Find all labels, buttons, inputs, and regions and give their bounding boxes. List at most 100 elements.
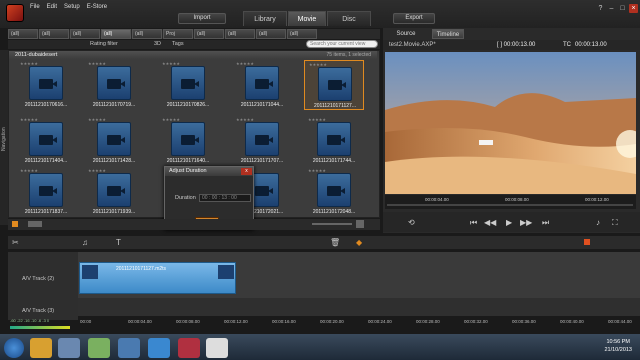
media-thumbnail[interactable]: ★★★★★ 20111210170826... (158, 60, 218, 110)
media-thumbnail[interactable]: ★★★★★ 20111210171837... (16, 167, 76, 217)
media-thumbnail[interactable]: ★★★★★ 20111210170616... (16, 60, 76, 110)
tab-source[interactable]: Source (392, 29, 420, 39)
ruler-tick: 00:00:08.00 (505, 197, 529, 202)
menu-estore[interactable]: E-Store (87, 4, 107, 10)
media-thumbnail[interactable]: ★★★★★ 20111210171428... (84, 116, 144, 166)
media-thumbnail[interactable]: ★★★★★ 20111210171640... (158, 116, 218, 166)
minimize-button[interactable]: – (607, 4, 616, 13)
system-clock: 10:56 PM 21/10/2013 (604, 338, 632, 354)
library-tab[interactable]: (all) (132, 29, 162, 39)
thumbnail-label: 20111210170719... (92, 102, 136, 108)
media-icon[interactable] (58, 338, 80, 358)
export-button[interactable]: Export (393, 13, 435, 24)
import-button[interactable]: Import (178, 13, 226, 24)
media-thumbnail[interactable]: ★★★★★ 20111210170719... (84, 60, 144, 110)
library-tab[interactable]: (all) (39, 29, 69, 39)
rating-filter-label[interactable]: Rating filter (90, 41, 118, 47)
track-name[interactable]: A/V Track (3) (22, 308, 54, 314)
tab-movie[interactable]: Movie (288, 11, 326, 26)
volume-icon[interactable]: ♪ (596, 218, 600, 227)
video-preview[interactable] (385, 52, 636, 194)
menu-setup[interactable]: Setup (64, 4, 80, 10)
view-toggle-icon[interactable] (12, 221, 18, 227)
loop-icon[interactable]: ⟲ (408, 218, 415, 227)
delete-icon[interactable]: 🗑 (330, 238, 340, 247)
grid-view-icon[interactable] (28, 221, 42, 227)
library-tab[interactable]: (all) (8, 29, 38, 39)
timeline-track[interactable] (78, 298, 640, 316)
start-button[interactable] (4, 338, 24, 358)
dialog-close-button[interactable]: x (241, 168, 252, 175)
zoom-slider[interactable] (312, 223, 352, 225)
timeline-tick: 00:00:44.00 (608, 319, 632, 324)
thumbnail-label: 20111210171707... (240, 158, 284, 164)
tags-filter[interactable]: Tags (172, 41, 184, 47)
timeline-clip[interactable]: 20111210171127.m2ts (79, 262, 236, 294)
tab-disc[interactable]: Disc (327, 11, 371, 26)
ie-icon[interactable] (148, 338, 170, 358)
menu-file[interactable]: File (30, 4, 40, 10)
library-tab[interactable]: (all) (256, 29, 286, 39)
timeline-ruler[interactable] (78, 316, 640, 328)
media-thumbnail[interactable]: ★★★★★ 20111210171744... (304, 116, 364, 166)
media-thumbnail[interactable]: ★★★★★ 20111210171044... (232, 60, 292, 110)
timeline-tick: 00:00:36.00 (512, 319, 536, 324)
thumbnail-label: 20111210171428... (92, 158, 136, 164)
skip-start-icon[interactable]: ⏮ (470, 218, 477, 228)
track-name[interactable]: A/V Track (2) (22, 276, 54, 282)
tab-library[interactable]: Library (243, 11, 287, 26)
app-icon[interactable] (88, 338, 110, 358)
library-tab[interactable]: (all) (70, 29, 100, 39)
library-tab[interactable]: (all) (287, 29, 317, 39)
menu-edit[interactable]: Edit (47, 4, 57, 10)
timeline-tick: 00:00:28.00 (416, 319, 440, 324)
library-tab[interactable]: Proj (163, 29, 193, 39)
video-thumbnail-icon (29, 66, 63, 100)
search-input[interactable]: Search your current view (306, 40, 378, 48)
title-icon[interactable]: T (116, 238, 121, 247)
record-icon[interactable] (584, 239, 590, 245)
library-tab[interactable]: (all) (225, 29, 255, 39)
video-thumbnail-icon (318, 67, 352, 101)
clip-thumbnail (82, 265, 98, 279)
help-icon[interactable]: ? (596, 4, 605, 13)
media-thumbnail[interactable]: ★★★★★ 20111210171939... (84, 167, 144, 217)
timeline-tick: 00:00:32.00 (464, 319, 488, 324)
tab-timeline[interactable]: Timeline (432, 29, 464, 39)
media-thumbnail[interactable]: ★★★★★ 20111210172048... (304, 167, 364, 217)
3d-filter[interactable]: 3D (154, 41, 161, 47)
marker-icon[interactable]: ◆ (356, 238, 362, 247)
media-thumbnail[interactable]: ★★★★★ 20111210171707... (232, 116, 292, 166)
media-thumbnail[interactable]: ★★★★★ 20111210171404... (16, 116, 76, 166)
video-thumbnail-icon (171, 122, 205, 156)
library-toolbar (8, 219, 380, 230)
skip-end-icon[interactable]: ⏭ (542, 218, 549, 228)
zoom-in-icon[interactable] (356, 220, 364, 228)
fullscreen-icon[interactable]: ⛶ (612, 218, 618, 228)
scrub-bar[interactable] (387, 204, 633, 206)
duration-input[interactable]: 00 : 00 : 13 : 00 (199, 194, 251, 202)
timecode-display: [ ] 00:00:13.00 (497, 42, 536, 48)
preview-ruler[interactable]: 00:00:04.00 00:00:08.00 00:00:12.00 (385, 195, 636, 209)
library-tab[interactable]: (all) (101, 29, 131, 39)
close-button[interactable]: × (629, 4, 638, 13)
library-tabs: (all) (all) (all) (all) (all) Proj (all)… (8, 29, 380, 39)
audio-icon[interactable]: ♫ (82, 238, 88, 247)
explorer-icon[interactable] (30, 338, 52, 358)
media-thumbnail[interactable]: ★★★★★ 20111210171127... (304, 60, 364, 110)
library-tab[interactable]: (all) (194, 29, 224, 39)
scissors-icon[interactable]: ✂ (12, 238, 19, 247)
app-icon[interactable] (118, 338, 140, 358)
app-icon[interactable] (206, 338, 228, 358)
forward-icon[interactable]: ▶▶ (520, 218, 532, 227)
rewind-icon[interactable]: ◀◀ (484, 218, 496, 227)
pinnacle-icon[interactable] (178, 338, 200, 358)
maximize-button[interactable]: □ (618, 4, 627, 13)
timeline-tick: 00:00:12.00 (224, 319, 248, 324)
thumbnail-label: 20111210171837... (24, 209, 68, 215)
thumbnail-label: 20111210171127... (314, 103, 356, 109)
desert-frame (385, 52, 636, 194)
duration-label: Duration (175, 195, 196, 201)
play-icon[interactable]: ▶ (506, 218, 512, 227)
thumbnail-label: 20111210170826... (166, 102, 210, 108)
